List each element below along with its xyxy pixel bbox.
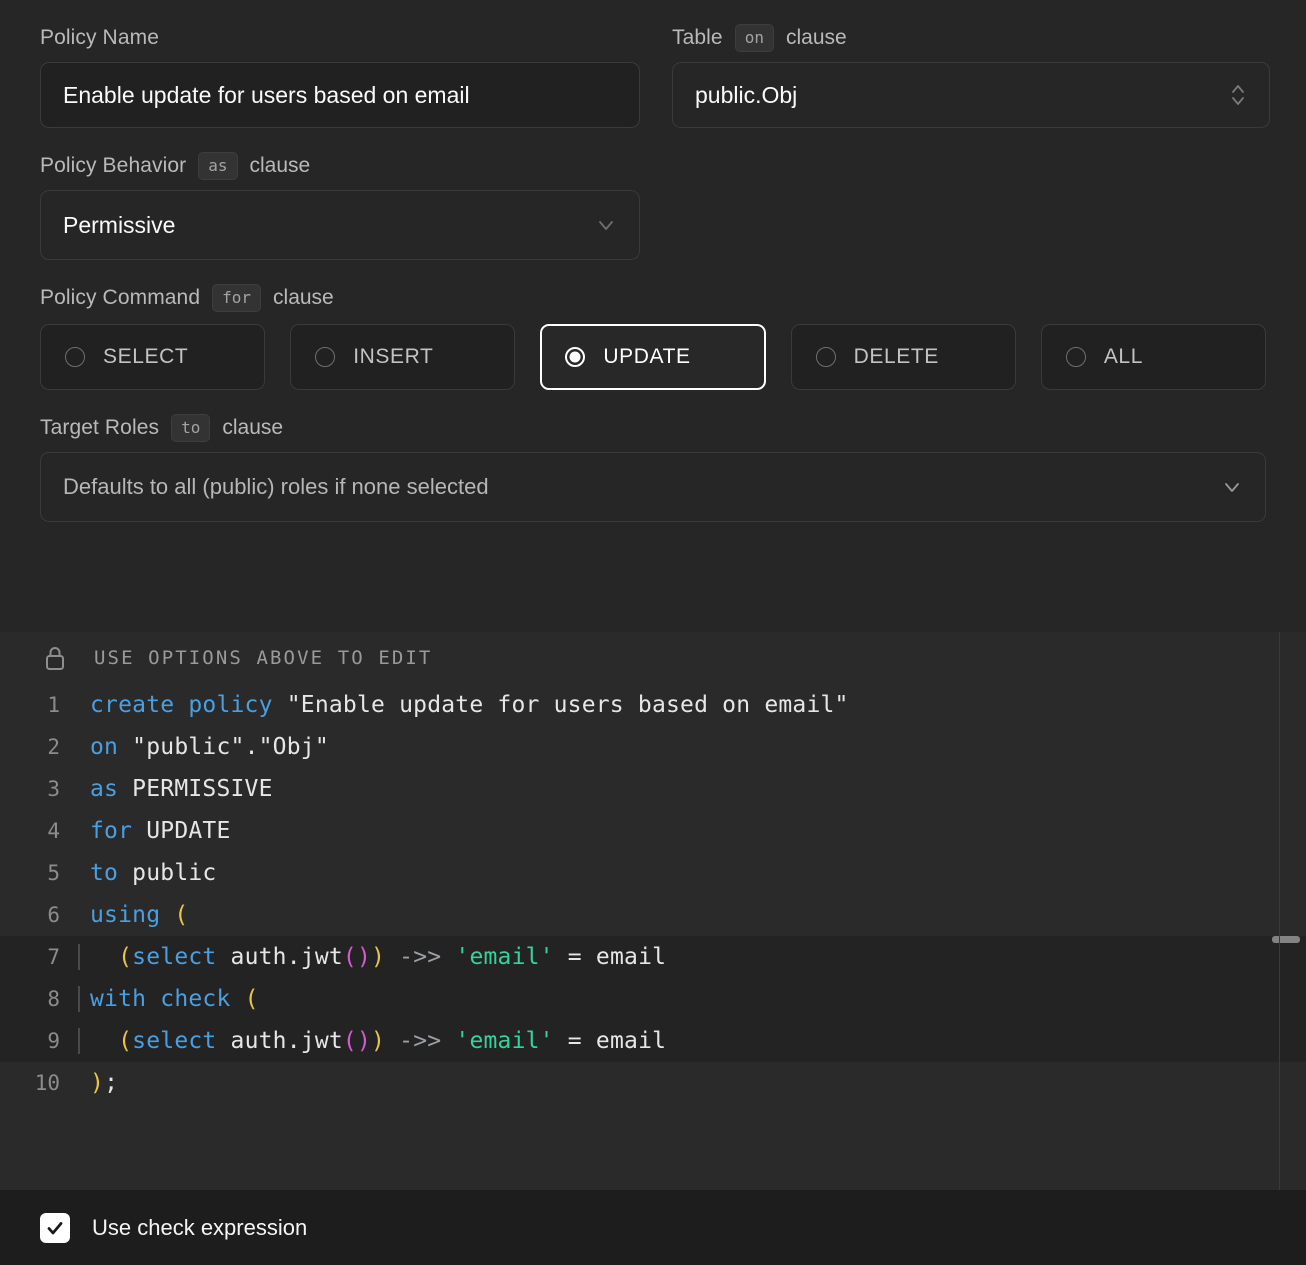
code-line[interactable]: 9 (select auth.jwt()) ->> 'email' = emai… bbox=[0, 1020, 1306, 1062]
editor-readonly-banner: USE OPTIONS ABOVE TO EDIT bbox=[0, 632, 1306, 684]
table-label-row: Table on clause bbox=[672, 0, 1270, 62]
line-number: 5 bbox=[47, 861, 60, 885]
code-line-text: on "public"."Obj" bbox=[90, 734, 329, 760]
chevron-down-icon bbox=[1221, 476, 1243, 498]
policy-behavior-label: Policy Behavior bbox=[40, 154, 187, 177]
code-line[interactable]: 7 (select auth.jwt()) ->> 'email' = emai… bbox=[0, 936, 1306, 978]
code-line-text: (select auth.jwt()) ->> 'email' = email bbox=[78, 944, 666, 970]
form-row-behavior: Policy Behavior as clause Permissive bbox=[40, 128, 1266, 260]
chevron-down-icon bbox=[595, 214, 617, 236]
target-roles-label: Target Roles bbox=[40, 416, 160, 439]
policy-form: Policy Name Enable update for users base… bbox=[0, 0, 1306, 632]
policy-behavior-label-row: Policy Behavior as clause bbox=[40, 128, 640, 190]
code-line[interactable]: 3 as PERMISSIVE bbox=[0, 768, 1306, 810]
radio-label-update: UPDATE bbox=[603, 345, 691, 368]
policy-name-label-row: Policy Name bbox=[40, 0, 640, 62]
radio-indicator-icon bbox=[1065, 347, 1086, 367]
line-number: 9 bbox=[47, 1029, 60, 1053]
radio-option-delete[interactable]: DELETE bbox=[790, 324, 1016, 390]
policy-behavior-clause-word: clause bbox=[249, 154, 311, 177]
code-line-text: ); bbox=[90, 1070, 119, 1096]
target-roles-value: Defaults to all (public) roles if none s… bbox=[63, 474, 489, 499]
lock-icon bbox=[42, 644, 68, 672]
code-line-text: (select auth.jwt()) ->> 'email' = email bbox=[78, 1028, 666, 1054]
line-number: 2 bbox=[47, 735, 60, 759]
behavior-row-spacer bbox=[672, 128, 1270, 260]
code-line-text: with check ( bbox=[78, 986, 259, 1012]
radio-option-insert[interactable]: INSERT bbox=[290, 324, 516, 390]
policy-name-label: Policy Name bbox=[40, 26, 159, 49]
table-select[interactable]: public.Obj bbox=[672, 62, 1270, 128]
line-number: 8 bbox=[47, 987, 60, 1011]
rls-policy-editor: Policy Name Enable update for users base… bbox=[0, 0, 1306, 1265]
target-roles-field-group: Target Roles to clause Defaults to all (… bbox=[40, 390, 1266, 522]
policy-name-field-group: Policy Name Enable update for users base… bbox=[40, 0, 640, 128]
code-line-list: 1 create policy "Enable update for users … bbox=[0, 684, 1306, 1104]
use-check-expression-row[interactable]: Use check expression bbox=[0, 1190, 1306, 1265]
line-number: 6 bbox=[47, 903, 60, 927]
code-line[interactable]: 10); bbox=[0, 1062, 1306, 1104]
line-number: 3 bbox=[47, 777, 60, 801]
radio-indicator-icon bbox=[65, 347, 85, 367]
table-clause-word: clause bbox=[785, 26, 847, 49]
policy-behavior-field-group: Policy Behavior as clause Permissive bbox=[40, 128, 640, 260]
table-select-value: public.Obj bbox=[695, 81, 798, 108]
policy-behavior-select[interactable]: Permissive bbox=[40, 190, 640, 260]
radio-label-select: SELECT bbox=[103, 345, 189, 368]
use-check-expression-label: Use check expression bbox=[92, 1214, 308, 1240]
code-line[interactable]: 2 on "public"."Obj" bbox=[0, 726, 1306, 768]
line-number: 7 bbox=[47, 945, 60, 969]
line-number: 4 bbox=[47, 819, 60, 843]
policy-command-clause-badge: for bbox=[212, 284, 262, 312]
radio-indicator-selected-icon bbox=[565, 347, 586, 367]
use-check-expression-checkbox[interactable] bbox=[40, 1212, 70, 1243]
radio-label-insert: INSERT bbox=[353, 345, 434, 368]
target-roles-select[interactable]: Defaults to all (public) roles if none s… bbox=[40, 452, 1266, 522]
radio-option-update[interactable]: UPDATE bbox=[540, 324, 766, 390]
target-roles-clause-word: clause bbox=[222, 416, 284, 439]
code-line[interactable]: 8 with check ( bbox=[0, 978, 1306, 1020]
radio-label-all: ALL bbox=[1103, 345, 1143, 368]
editor-banner-text: USE OPTIONS ABOVE TO EDIT bbox=[94, 647, 433, 669]
policy-behavior-clause-badge: as bbox=[198, 152, 238, 180]
table-clause-badge: on bbox=[734, 24, 774, 52]
line-number: 10 bbox=[34, 1071, 60, 1095]
radio-option-select[interactable]: SELECT bbox=[40, 324, 266, 390]
editor-minimap-divider bbox=[1279, 632, 1280, 1190]
code-line-text: as PERMISSIVE bbox=[90, 776, 273, 802]
radio-label-delete: DELETE bbox=[853, 345, 939, 368]
policy-command-radio-group: SELECT INSERT UPDATE DELETE ALL bbox=[40, 324, 1267, 390]
radio-indicator-icon bbox=[315, 347, 336, 367]
policy-command-label: Policy Command bbox=[40, 286, 201, 309]
code-line-text: create policy "Enable update for users b… bbox=[90, 692, 849, 718]
code-line[interactable]: 4 for UPDATE bbox=[0, 810, 1306, 852]
radio-option-all[interactable]: ALL bbox=[1040, 324, 1267, 390]
policy-name-input[interactable]: Enable update for users based on email bbox=[40, 62, 640, 128]
policy-command-clause-word: clause bbox=[273, 286, 334, 309]
code-line-text: for UPDATE bbox=[90, 818, 231, 844]
policy-command-label-row: Policy Command for clause bbox=[40, 260, 1266, 322]
code-line[interactable]: 5 to public bbox=[0, 852, 1306, 894]
code-line[interactable]: 1 create policy "Enable update for users … bbox=[0, 684, 1306, 726]
policy-command-field-group: Policy Command for clause SELECT INSERT … bbox=[40, 260, 1267, 390]
table-field-group: Table on clause public.Obj bbox=[672, 0, 1270, 128]
radio-indicator-icon bbox=[815, 347, 836, 367]
target-roles-clause-badge: to bbox=[171, 414, 211, 442]
code-line-text: using ( bbox=[90, 902, 189, 928]
target-roles-label-row: Target Roles to clause bbox=[40, 390, 1266, 452]
sql-code-editor[interactable]: USE OPTIONS ABOVE TO EDIT 1 create policy… bbox=[0, 632, 1306, 1190]
code-line[interactable]: 6 using ( bbox=[0, 894, 1306, 936]
policy-behavior-value: Permissive bbox=[63, 211, 176, 238]
code-line-text: to public bbox=[90, 860, 217, 886]
selector-updown-icon bbox=[1229, 80, 1247, 110]
table-label: Table bbox=[672, 26, 723, 49]
line-number: 1 bbox=[47, 693, 60, 717]
editor-horizontal-scrollbar[interactable] bbox=[1272, 936, 1300, 943]
form-row-name-table: Policy Name Enable update for users base… bbox=[40, 0, 1270, 128]
